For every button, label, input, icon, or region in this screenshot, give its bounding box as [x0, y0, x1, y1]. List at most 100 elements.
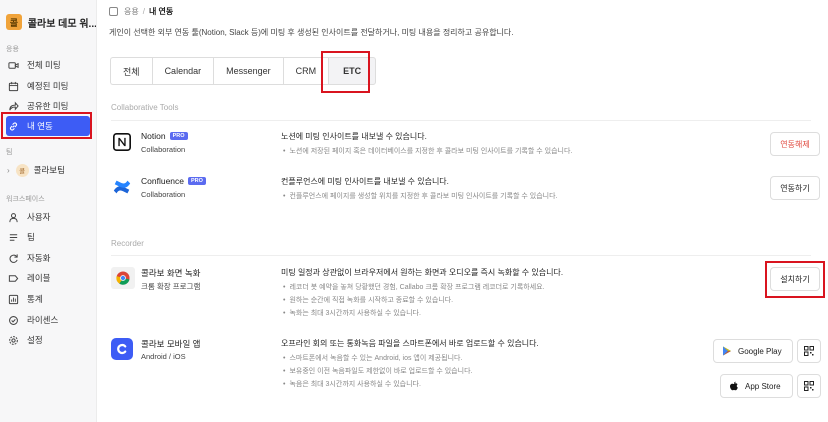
integration-name: 콜라보 모바일 앱	[141, 338, 200, 350]
list-icon	[7, 231, 19, 243]
integration-bullets: 노션에 저장된 페이지 혹은 데이터베이스를 지정한 후 콜라보 미팅 인사이트…	[283, 145, 572, 158]
sidebar-item-label: 팀	[27, 232, 35, 242]
sidebar-item-scheduled-meetings[interactable]: 예정된 미팅	[6, 76, 90, 96]
sidebar-item-all-meetings[interactable]: 전체 미팅	[6, 55, 90, 75]
sidebar-item-label: 전체 미팅	[27, 60, 61, 70]
automation-icon	[7, 252, 19, 264]
app-store-label: App Store	[745, 381, 781, 391]
integration-description: 컨플루언스에 미팅 인사이트를 내보낼 수 있습니다.	[281, 177, 449, 186]
bullet-item: 보유중인 이전 녹음파일도 제한없이 바로 업로드할 수 있습니다.	[283, 365, 472, 378]
integration-name: Confluence PRO	[141, 176, 206, 186]
integration-bullets: 레코더 봇 예약을 놓쳐 당황했던 경험, Callabo 크롬 확장 프로그램…	[283, 281, 545, 320]
label-icon	[7, 272, 19, 284]
highlight-my-integrations	[1, 112, 92, 139]
disconnect-notion-button[interactable]: 연동해제	[770, 132, 820, 156]
integration-title: Confluence	[141, 176, 185, 186]
sidebar-toggle-icon[interactable]	[109, 7, 118, 16]
user-icon	[7, 211, 19, 223]
sidebar-item-statistics[interactable]: 통계	[6, 289, 90, 309]
sidebar-item-settings[interactable]: 설정	[6, 330, 90, 350]
integration-category: Android / iOS	[141, 352, 186, 361]
sidebar-item-labels[interactable]: 레이블	[6, 268, 90, 288]
sidebar-item-license[interactable]: 라이센스	[6, 310, 90, 330]
sidebar-item-automation[interactable]: 자동화	[6, 248, 90, 268]
apple-icon	[730, 381, 738, 391]
integration-name: 콜라보 화면 녹화	[141, 267, 200, 279]
pro-badge: PRO	[169, 132, 188, 140]
bullet-item: 컨플루언스에 페이지를 생성할 위치를 지정한 후 콜라보 미팅 인사이트를 기…	[283, 190, 557, 203]
integration-description: 노션에 미팅 인사이트를 내보낼 수 있습니다.	[281, 132, 427, 141]
breadcrumb-separator: /	[142, 7, 145, 16]
integration-name: Notion PRO	[141, 131, 188, 141]
pro-badge: PRO	[188, 177, 206, 185]
license-icon	[7, 314, 19, 326]
google-play-icon	[723, 346, 731, 356]
main-content: 응용 / 내 연동 게인이 선택한 외부 연동 툴(Notion, Slack …	[98, 0, 828, 422]
sidebar-item-label: 공유한 미팅	[27, 101, 69, 111]
sidebar-item-label: 설정	[27, 335, 43, 345]
workspace-logo: 콜	[6, 14, 22, 30]
tab-calendar[interactable]: Calendar	[151, 57, 214, 85]
divider	[111, 120, 811, 121]
sidebar-item-label: 레이블	[27, 273, 51, 283]
calendar-icon	[7, 80, 19, 92]
chart-icon	[7, 293, 19, 305]
tab-all[interactable]: 전체	[110, 57, 152, 85]
notion-logo-icon	[111, 131, 133, 153]
bullet-item: 녹음은 최대 3시간까지 사용하실 수 있습니다.	[283, 378, 472, 391]
workspace-switcher[interactable]: 콜 콜라보 데모 워...	[6, 11, 96, 33]
sidebar-item-teams[interactable]: 팀	[6, 227, 90, 247]
section-label-workspace: 워크스페이스	[6, 196, 45, 203]
highlight-etc-tab	[321, 51, 370, 93]
sidebar-item-label: 사용자	[27, 212, 51, 222]
connect-confluence-button[interactable]: 연동하기	[770, 176, 820, 200]
qr-code-icon	[804, 381, 814, 391]
group-title-recorder: Recorder	[111, 239, 144, 248]
integration-confluence: Confluence PRO Collaboration 컨플루언스에 미팅 인사…	[111, 176, 811, 206]
share-icon	[7, 100, 19, 112]
app-store-button[interactable]: App Store	[720, 374, 793, 398]
sidebar-item-users[interactable]: 사용자	[6, 207, 90, 227]
breadcrumb-current: 내 연동	[148, 7, 174, 16]
tab-messenger[interactable]: Messenger	[213, 57, 283, 85]
integration-notion: Notion PRO Collaboration 노션에 미팅 인사이트를 내보낼…	[111, 131, 811, 161]
qr-code-icon	[804, 346, 814, 356]
bullet-item: 원하는 순간에 직접 녹화를 시작하고 종료할 수 있습니다.	[283, 294, 545, 307]
google-play-label: Google Play	[738, 346, 782, 356]
integration-bullets: 컨플루언스에 페이지를 생성할 위치를 지정한 후 콜라보 미팅 인사이트를 기…	[283, 190, 557, 203]
sidebar-item-label: 콜라보팀	[33, 165, 65, 175]
app-store-qr-button[interactable]	[797, 374, 821, 398]
confluence-logo-icon	[111, 176, 133, 198]
workspace-name: 콜라보 데모 워...	[27, 18, 96, 30]
integration-bullets: 스마트폰에서 녹음할 수 있는 Android, ios 앱이 제공됩니다. 보…	[283, 352, 472, 391]
sidebar-item-label: 자동화	[27, 253, 51, 263]
integration-title: Notion	[141, 131, 166, 141]
team-avatar: 콜	[15, 163, 29, 177]
integration-category: Collaboration	[141, 145, 186, 154]
divider	[111, 255, 811, 256]
highlight-install-button	[765, 261, 825, 298]
section-label-app: 응용	[6, 46, 19, 53]
breadcrumb: 응용 / 내 연동	[109, 6, 173, 17]
integration-description: 오프라인 회의 또는 통화녹음 파일을 스마트폰에서 바로 업로드할 수 있습니…	[281, 339, 539, 348]
section-label-team: 팀	[6, 149, 13, 156]
integration-category: 크롬 확장 프로그램	[141, 282, 201, 291]
sidebar-item-label: 예정된 미팅	[27, 81, 69, 91]
callabo-app-logo-icon	[111, 338, 133, 360]
chrome-logo-icon	[111, 267, 135, 289]
bullet-item: 스마트폰에서 녹음할 수 있는 Android, ios 앱이 제공됩니다.	[283, 352, 472, 365]
group-title-collaborative: Collaborative Tools	[111, 103, 179, 112]
sidebar-item-label: 통계	[27, 294, 43, 304]
bullet-item: 레코더 봇 예약을 놓쳐 당황했던 경험, Callabo 크롬 확장 프로그램…	[283, 281, 544, 294]
video-icon	[7, 59, 19, 71]
sidebar: 콜 콜라보 데모 워... 응용 전체 미팅 예정된 미팅 공유한 미팅 내 연…	[0, 0, 97, 422]
google-play-button[interactable]: Google Play	[713, 339, 793, 363]
chevron-right-icon[interactable]: ›	[7, 166, 10, 175]
sidebar-item-team[interactable]: › 콜 콜라보팀	[6, 160, 90, 180]
integration-category: Collaboration	[141, 190, 186, 199]
sidebar-item-label: 라이센스	[27, 315, 59, 325]
gear-icon	[7, 334, 19, 346]
google-play-qr-button[interactable]	[797, 339, 821, 363]
breadcrumb-parent[interactable]: 응용	[124, 6, 139, 17]
integration-title: 콜라보 모바일 앱	[141, 339, 201, 349]
